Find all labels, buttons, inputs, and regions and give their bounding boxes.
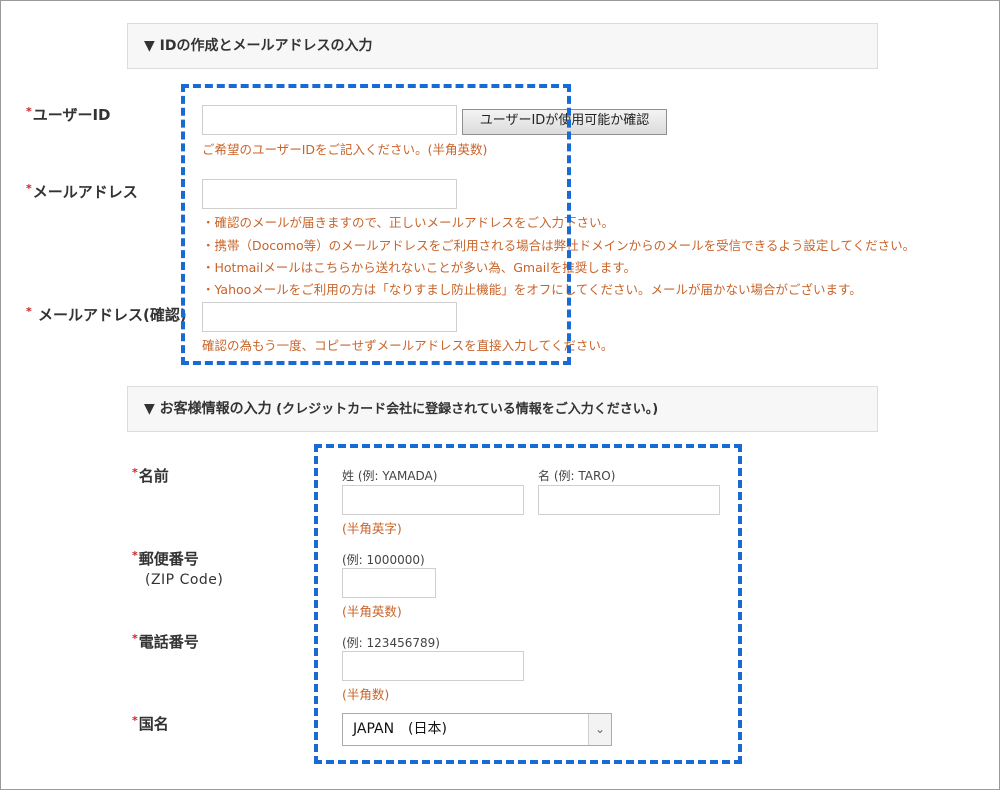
required-mark: * <box>132 714 138 727</box>
section-header-id-email: ▼ IDの作成とメールアドレスの入力 <box>127 23 878 69</box>
name-label: *名前 <box>132 466 169 485</box>
email-confirm-label: * メールアドレス(確認) <box>26 305 187 324</box>
highlight-box-id-email <box>181 84 571 365</box>
user-id-label: *ユーザーID <box>26 105 111 124</box>
email-label: *メールアドレス <box>26 182 138 201</box>
section-header-customer-info: ▼ お客様情報の入力 (クレジットカード会社に登録されている情報をご入力ください… <box>127 386 878 432</box>
required-mark: * <box>132 632 138 645</box>
section-subtitle: (クレジットカード会社に登録されている情報をご入力ください。) <box>271 402 659 417</box>
zip-label: *郵便番号 <box>132 549 199 568</box>
required-mark: * <box>26 305 32 318</box>
section-title: ▼ IDの作成とメールアドレスの入力 <box>144 38 373 54</box>
zip-sublabel: (ZIP Code) <box>145 572 224 588</box>
highlight-box-customer-info <box>314 444 742 764</box>
required-mark: * <box>132 466 138 479</box>
section-title: ▼ お客様情報の入力 <box>144 401 272 417</box>
phone-label: *電話番号 <box>132 632 199 651</box>
country-label: *国名 <box>132 714 169 733</box>
required-mark: * <box>132 549 138 562</box>
required-mark: * <box>26 182 32 195</box>
required-mark: * <box>26 105 32 118</box>
